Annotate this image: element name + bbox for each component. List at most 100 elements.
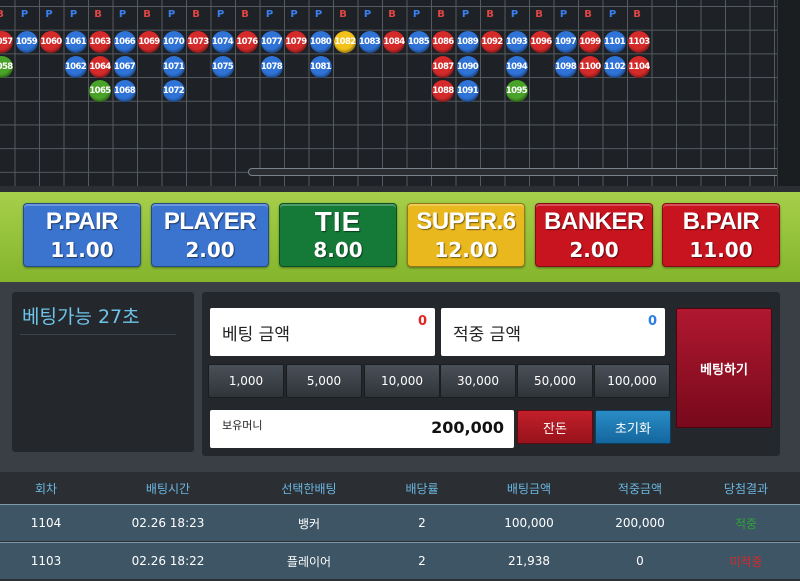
table-row: 1104 02.26 18:23 뱅커 2 100,000 200,000 적중 — [0, 504, 800, 541]
road-map-letter: P — [461, 9, 470, 20]
bet-option-odds: 12.00 — [434, 238, 498, 262]
road-bead: 1070 — [162, 31, 185, 53]
road-bead: 1086 — [432, 31, 454, 53]
table-cell: 플레이어 — [286, 554, 332, 569]
chip-30000-button[interactable]: 30,000 — [440, 364, 516, 398]
bet-option-odds: 11.00 — [50, 238, 114, 262]
bet-panel: 베팅가능 27초 베팅 금액 0 적중 금액 0 1,000 5,000 10,… — [0, 282, 800, 472]
road-bead: 1064 — [89, 55, 111, 78]
bet-option-name: SUPER.6 — [416, 208, 516, 235]
bet-option-name: P.PAIR — [45, 208, 119, 235]
road-map-letter: P — [167, 9, 176, 20]
road-bead: 1080 — [309, 31, 332, 53]
history-header-row: 회차 배팅시간 선택한배팅 배당률 배팅금액 적중금액 당첨결과 — [0, 472, 800, 504]
table-cell: 0 — [636, 554, 644, 568]
road-map-letter: B — [241, 9, 249, 20]
table-cell: 2 — [418, 554, 426, 568]
bet-option-tie-button[interactable]: TIE 8.00 — [279, 203, 397, 267]
road-bead: 1093 — [505, 31, 528, 53]
road-bead: 1098 — [554, 55, 577, 78]
road-bead: 1099 — [579, 31, 601, 53]
chip-1000-button[interactable]: 1,000 — [208, 364, 284, 398]
road-bead: 1075 — [211, 55, 234, 78]
road-map-letter: B — [0, 9, 9, 20]
bet-amount-label: 베팅 금액 — [222, 325, 290, 345]
road-bead: 1097 — [554, 31, 577, 53]
road-bead: 1059 — [15, 31, 38, 53]
balance-field: 보유머니 200,000 — [210, 410, 514, 448]
bet-amount-value: 0 — [417, 314, 427, 329]
road-bead: 1081 — [309, 55, 332, 78]
reset-button[interactable]: 초기화 — [595, 410, 671, 444]
road-bead: 1083 — [358, 31, 381, 53]
bet-option-player-button[interactable]: PLAYER 2.00 — [151, 203, 269, 267]
history-column-header: 배팅금액 — [506, 481, 552, 496]
bet-amount-field[interactable]: 베팅 금액 0 — [210, 308, 435, 356]
table-cell: 100,000 — [504, 516, 554, 530]
bet-option-name: PLAYER — [163, 208, 257, 235]
road-map-letter: P — [69, 9, 78, 20]
road-map-letter: P — [363, 9, 372, 20]
road-bead: 1057 — [0, 31, 13, 53]
road-map-letter: B — [633, 9, 641, 20]
bet-option-odds: 11.00 — [689, 238, 753, 262]
road-map-letter: B — [437, 9, 445, 20]
divider — [20, 334, 176, 335]
road-map-letter: P — [412, 9, 421, 20]
road-bead: 1077 — [260, 31, 283, 53]
road-bead: 1058 — [0, 55, 13, 78]
place-bet-button[interactable]: 베팅하기 — [676, 308, 772, 428]
road-map-frame — [777, 0, 800, 186]
balance-label: 보유머니 — [222, 419, 263, 432]
history-column-header: 배당률 — [405, 481, 439, 496]
bet-option-p-pair-button[interactable]: P.PAIR 11.00 — [23, 203, 141, 267]
chip-10000-button[interactable]: 10,000 — [364, 364, 440, 398]
road-bead: 1096 — [530, 31, 552, 53]
road-map-letter: B — [339, 9, 347, 20]
road-bead: 1094 — [505, 55, 528, 78]
road-bead: 1091 — [456, 80, 479, 102]
road-bead: 1062 — [64, 55, 87, 78]
road-map-scrollbar[interactable] — [248, 168, 800, 176]
road-bead: 1087 — [432, 55, 454, 78]
road-map-letter: P — [216, 9, 225, 20]
road-map-letter: B — [584, 9, 592, 20]
chip-100000-button[interactable]: 100,000 — [594, 364, 670, 398]
history-column-header: 배팅시간 — [145, 481, 191, 496]
road-map-letter: B — [192, 9, 200, 20]
table-cell: 1103 — [30, 554, 62, 568]
road-map-letter: P — [559, 9, 568, 20]
win-amount-field: 적중 금액 0 — [441, 308, 665, 356]
road-bead: 1071 — [162, 55, 185, 78]
road-map-letter: B — [388, 9, 396, 20]
road-bead: 1060 — [40, 31, 62, 53]
history-column-header: 선택한배팅 — [281, 481, 337, 496]
bet-option-b-pair-button[interactable]: B.PAIR 11.00 — [662, 203, 780, 267]
road-bead: 1082 — [334, 31, 356, 53]
road-bead: 1069 — [138, 31, 160, 53]
chip-5000-button[interactable]: 5,000 — [286, 364, 362, 398]
bet-option-super-6-button[interactable]: SUPER.6 12.00 — [407, 203, 525, 267]
bet-option-odds: 2.00 — [185, 238, 235, 262]
road-bead: 1085 — [407, 31, 430, 53]
table-cell: 뱅커 — [297, 516, 321, 531]
chip-50000-button[interactable]: 50,000 — [517, 364, 593, 398]
win-amount-label: 적중 금액 — [453, 325, 521, 345]
road-map-letter: P — [118, 9, 127, 20]
road-bead: 1066 — [113, 31, 136, 53]
road-bead: 1078 — [260, 55, 283, 78]
road-bead: 1063 — [89, 31, 111, 53]
road-bead: 1100 — [579, 55, 601, 78]
balance-value: 200,000 — [431, 418, 504, 437]
bet-timer: 베팅가능 27초 — [22, 306, 140, 328]
change-button[interactable]: 잔돈 — [517, 410, 593, 444]
table-cell: 02.26 18:22 — [131, 554, 205, 568]
timer-box: 베팅가능 27초 — [12, 292, 194, 452]
road-bead: 1104 — [628, 55, 650, 78]
road-map-letter: P — [265, 9, 274, 20]
history-column-header: 회차 — [34, 481, 58, 496]
bet-option-odds: 8.00 — [313, 238, 363, 262]
table-cell: 2 — [418, 516, 426, 530]
bet-option-banker-button[interactable]: BANKER 2.00 — [535, 203, 653, 267]
road-bead: 1065 — [89, 80, 111, 102]
